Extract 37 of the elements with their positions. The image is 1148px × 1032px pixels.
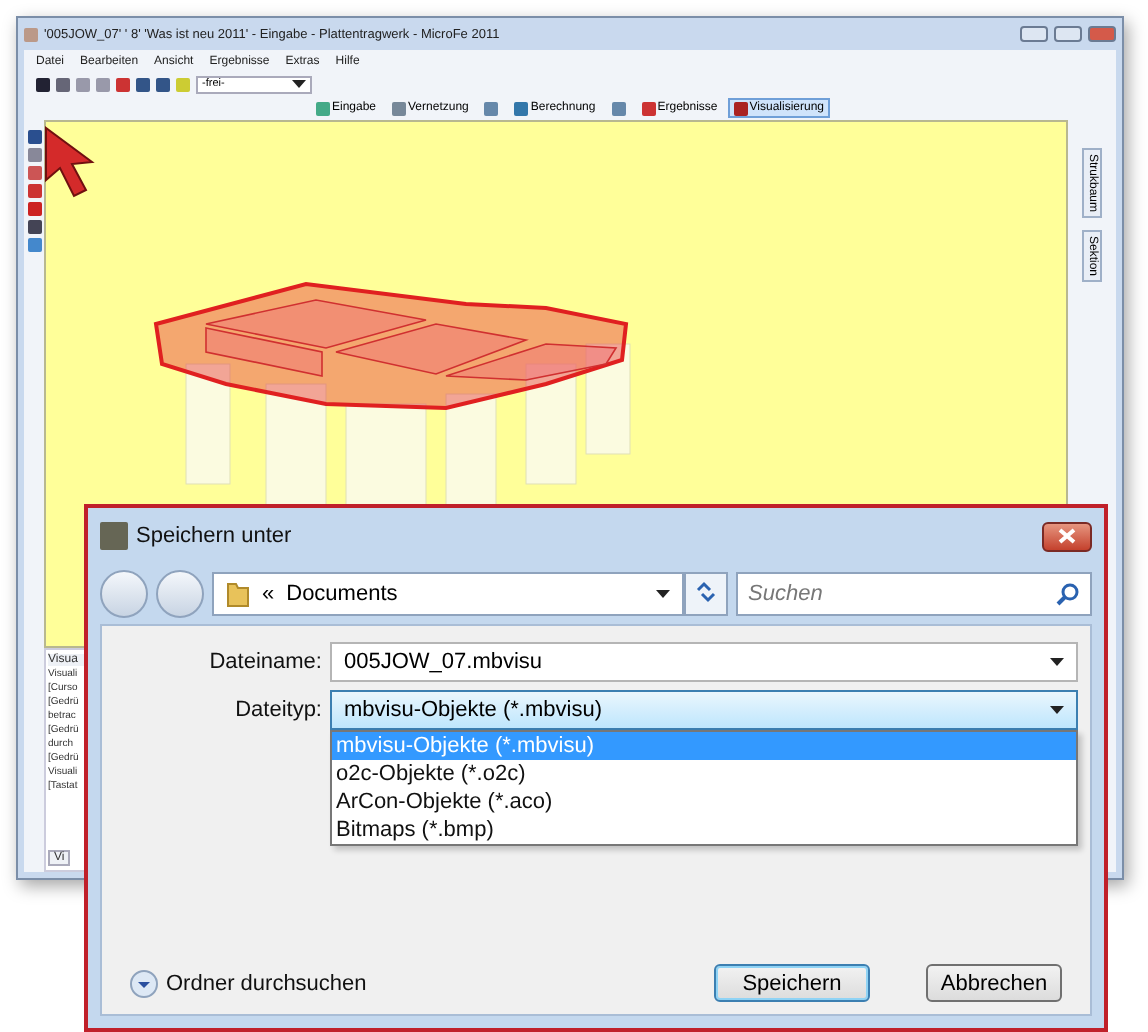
refresh-button[interactable] [684, 572, 728, 616]
back-button[interactable] [100, 570, 148, 618]
minimize-button[interactable] [1020, 26, 1048, 42]
search-icon [1056, 582, 1080, 606]
field-label: Dateiname: [207, 650, 322, 674]
dialog-button[interactable]: Speichern [714, 964, 870, 1002]
refresh-icon [694, 579, 718, 603]
close-icon [1058, 528, 1076, 544]
close-button[interactable] [1042, 521, 1092, 551]
dropdown-caret-icon [656, 590, 670, 598]
tab-icon [733, 101, 748, 115]
folder-name: Documents [286, 582, 400, 606]
dialog-icon [100, 522, 128, 550]
browse-folders-toggle[interactable]: Ordner durchsuchen [130, 969, 367, 997]
caret-icon [292, 80, 306, 88]
field-label: Dateityp: [233, 698, 322, 722]
file-name-field[interactable]: 005JOW_07.mbvisu [330, 642, 1078, 682]
file-type-option[interactable]: Bitmaps (*.bmp) [332, 816, 1076, 844]
tab-icon [392, 101, 407, 115]
tab-icon [641, 101, 656, 115]
maximize-button[interactable] [1054, 26, 1082, 42]
tab-icon [514, 101, 529, 115]
file-type-option[interactable]: o2c-Objekte (*.o2c) [332, 760, 1076, 788]
dialog-button[interactable]: Abbrechen [926, 964, 1062, 1002]
app-icon [24, 27, 38, 41]
folder-icon [226, 580, 250, 608]
path-field[interactable]: « Documents [212, 572, 684, 616]
dropdown-caret-icon [1050, 706, 1064, 714]
chevron-down-icon [130, 969, 158, 997]
search-field[interactable]: Suchen [736, 572, 1092, 616]
dialog-title: Speichern unter [136, 524, 294, 548]
tab-icon [315, 101, 330, 115]
file-type-option[interactable]: ArCon-Objekte (*.aco) [332, 788, 1076, 816]
dropdown-caret-icon [1050, 658, 1064, 666]
path-prefix: « [262, 582, 275, 606]
file-type-select[interactable]: mbvisu-Objekte (*.mbvisu) [330, 690, 1078, 730]
forward-button[interactable] [156, 570, 204, 618]
